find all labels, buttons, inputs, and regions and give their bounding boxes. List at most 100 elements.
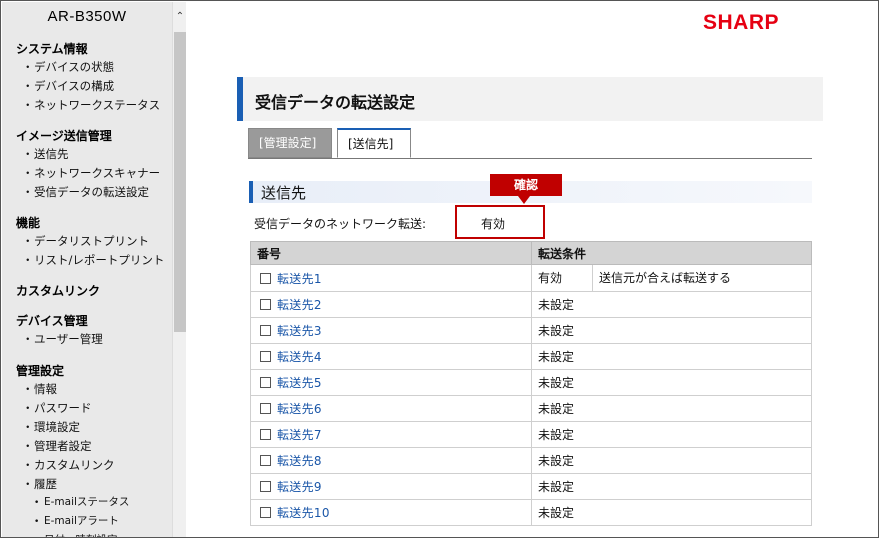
table-row: 転送先3 未設定 [250, 317, 812, 344]
nav-link-label: 送信先 [34, 147, 69, 161]
table-row: 転送先7 未設定 [250, 421, 812, 448]
bullet-icon: ・ [22, 166, 34, 180]
row-checkbox[interactable] [260, 351, 271, 362]
nav-link[interactable]: ・履歴 [22, 476, 57, 492]
destination-table-body: 転送先1 有効 送信元が合えば転送する 転送先2 未設定 転送先3 未設定 転送先4 未設定 転送… [250, 264, 812, 526]
condition-status: 未設定 [538, 506, 575, 520]
destination-cell: 転送先2 [250, 291, 532, 318]
page-header: 受信データの転送設定 [237, 77, 823, 121]
nav-link-label: ユーザー管理 [34, 332, 103, 346]
row-checkbox[interactable] [260, 481, 271, 492]
destination-cell: 転送先1 [250, 264, 532, 292]
row-checkbox[interactable] [260, 272, 271, 284]
nav-link[interactable]: ・パスワード [22, 400, 92, 416]
destination-cell: 転送先5 [250, 369, 532, 396]
nav-link[interactable]: ・送信先 [22, 146, 69, 162]
destination-link[interactable]: 転送先9 [277, 480, 322, 494]
table-row: 転送先2 未設定 [250, 291, 812, 318]
nav-link-label: 履歴 [34, 477, 57, 491]
nav-sublink[interactable]: • E-mailステータス [34, 494, 129, 509]
row-checkbox[interactable] [260, 455, 271, 466]
nav-heading: 管理設定 [16, 364, 65, 378]
destination-cell: 転送先10 [250, 499, 532, 526]
bullet-icon: ・ [22, 401, 34, 415]
nav-link[interactable]: ・リスト/レポートプリント [22, 252, 164, 268]
nav-sublink[interactable]: • E-mailアラート [34, 513, 119, 528]
destination-link[interactable]: 転送先6 [277, 402, 322, 416]
destination-link[interactable]: 転送先1 [277, 272, 322, 286]
condition-description: 送信元が合えば転送する [592, 265, 731, 291]
condition-cell: 未設定 [531, 343, 812, 370]
condition-cell: 未設定 [531, 395, 812, 422]
nav-sublink[interactable]: •日付・時刻設定 [34, 532, 118, 537]
nav-link[interactable]: ・管理者設定 [22, 438, 92, 454]
condition-cell: 未設定 [531, 473, 812, 500]
row-checkbox[interactable] [260, 377, 271, 388]
destination-link[interactable]: 転送先10 [277, 506, 330, 520]
nav-link[interactable]: ・ネットワークステータス [22, 97, 160, 113]
sidebar-scrollbar[interactable]: ⌃ [172, 2, 187, 537]
condition-status: 未設定 [538, 402, 575, 416]
destination-table: 番号 転送条件 転送先1 有効 送信元が合えば転送する 転送先2 未設定 転送先3 未設定転… [250, 241, 812, 526]
destination-cell: 転送先8 [250, 447, 532, 474]
condition-status: 未設定 [538, 428, 575, 442]
nav-heading: イメージ送信管理 [16, 129, 112, 143]
model-name: AR-B350W [47, 8, 127, 25]
condition-status: 未設定 [538, 298, 575, 312]
tab-destination[interactable]: [送信先] [337, 128, 411, 158]
nav-link[interactable]: ・データリストプリント [22, 233, 149, 249]
scroll-up-icon[interactable]: ⌃ [173, 10, 187, 24]
table-row: 転送先4 未設定 [250, 343, 812, 370]
nav-link[interactable]: ・環境設定 [22, 419, 80, 435]
nav-link[interactable]: ・カスタムリンク [22, 457, 115, 473]
nav-link-label: パスワード [34, 401, 92, 415]
destination-link[interactable]: 転送先4 [277, 350, 322, 364]
table-row: 転送先8 未設定 [250, 447, 812, 474]
destination-link[interactable]: 転送先3 [277, 324, 322, 338]
bullet-icon: ・ [22, 382, 34, 396]
nav-link-label: リスト/レポートプリント [34, 253, 165, 267]
nav-link-label: カスタムリンク [34, 458, 115, 472]
nav-link[interactable]: ・デバイスの構成 [22, 78, 114, 94]
nav-link[interactable]: ・ネットワークスキャナー [22, 165, 160, 181]
destination-link[interactable]: 転送先8 [277, 454, 322, 468]
condition-cell: 未設定 [531, 421, 812, 448]
network-forward-highlight: 有効 [455, 205, 545, 239]
row-checkbox[interactable] [260, 325, 271, 336]
nav-link[interactable]: ・ユーザー管理 [22, 331, 103, 347]
network-forward-value: 有効 [481, 217, 506, 231]
condition-status: 未設定 [538, 350, 575, 364]
tab-admin-settings[interactable]: [管理設定] [248, 128, 332, 158]
row-checkbox[interactable] [260, 403, 271, 414]
row-checkbox[interactable] [260, 299, 271, 310]
condition-status: 有効 [538, 271, 563, 285]
bullet-icon: ・ [22, 98, 34, 112]
bullet-icon: ・ [22, 439, 34, 453]
browser-frame: AR-B350W システム情報 ・デバイスの状態 ・デバイスの構成 ・ネットワークステ… [0, 0, 879, 538]
table-row: 転送先5 未設定 [250, 369, 812, 396]
nav-link[interactable]: ・デバイスの状態 [22, 59, 114, 75]
condition-status: 未設定 [538, 480, 575, 494]
table-header-row: 番号 転送条件 [250, 241, 812, 265]
nav-link[interactable]: ・受信データの転送設定 [22, 184, 149, 200]
scroll-thumb[interactable] [174, 32, 186, 332]
nav-link-label: 受信データの転送設定 [34, 185, 149, 199]
table-row: 転送先9 未設定 [250, 473, 812, 500]
destination-cell: 転送先6 [250, 395, 532, 422]
nav-link-label: データリストプリント [34, 234, 149, 248]
bullet-icon: • [34, 517, 40, 527]
destination-link[interactable]: 転送先7 [277, 428, 322, 442]
bullet-icon: ・ [22, 234, 34, 248]
destination-link[interactable]: 転送先2 [277, 298, 322, 312]
nav-link[interactable]: ・情報 [22, 381, 57, 397]
nav-link-label: デバイスの構成 [34, 79, 115, 93]
confirm-callout: 確認 [490, 174, 562, 196]
row-checkbox[interactable] [260, 429, 271, 440]
row-checkbox[interactable] [260, 507, 271, 518]
bullet-icon: ・ [22, 477, 34, 491]
table-row: 転送先6 未設定 [250, 395, 812, 422]
destination-cell: 転送先7 [250, 421, 532, 448]
destination-link[interactable]: 転送先5 [277, 376, 322, 390]
nav-link-label: 管理者設定 [34, 439, 92, 453]
bullet-icon: • [34, 498, 40, 508]
